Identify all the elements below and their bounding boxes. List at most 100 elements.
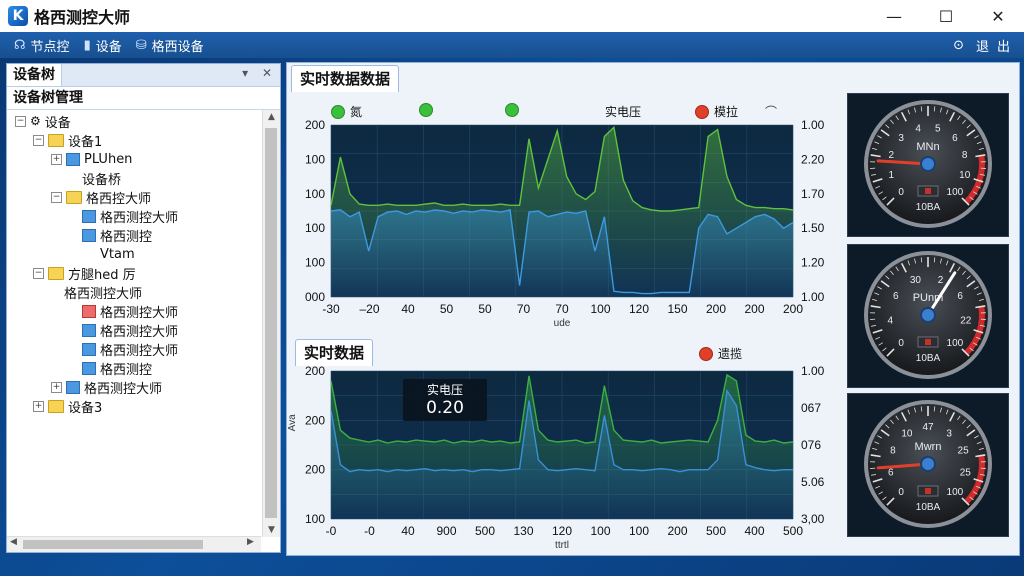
device-icon (82, 209, 96, 223)
x-tick-label: 500 (475, 524, 495, 538)
close-button[interactable]: ✕ (972, 0, 1024, 32)
x-tick-label: 120 (552, 524, 572, 538)
device-icon (82, 361, 96, 375)
panel-close-icon[interactable]: ✕ (262, 66, 272, 80)
toolbar-device-manager[interactable]: ⛁ 格西设备 (136, 36, 204, 55)
device-icon (82, 342, 96, 356)
y-tick-label: 200 (305, 413, 325, 427)
legend-dot (695, 104, 709, 119)
minimize-button[interactable]: — (868, 0, 920, 32)
y2-tick-label: 1.70 (801, 187, 825, 201)
tab-realtime-data-bottom[interactable]: 实时数据 (295, 339, 374, 366)
tree-node[interactable]: 格西测控大师 (69, 207, 178, 226)
vertical-scrollbar[interactable]: ▲ ▼ (262, 110, 280, 537)
expand-icon[interactable]: + (51, 153, 62, 165)
tree-node[interactable]: 格西测控大师 (69, 321, 178, 340)
tree-node[interactable]: − 设备1 (33, 131, 103, 150)
tree-node[interactable]: + PLUhen (51, 150, 132, 168)
gauge-tick-label: 47 (922, 422, 934, 433)
legend-item (419, 103, 438, 117)
scroll-up-icon[interactable]: ▲ (263, 112, 280, 122)
device-icon (82, 228, 96, 242)
gauge-panel: 0 6 8 10 47 3 25 25 100 Mwrn 10BA (847, 393, 1009, 537)
x-tick-label: 100 (629, 524, 649, 538)
y2-tick-label: 5.06 (801, 475, 825, 489)
gauge-tick-label: 2 (938, 275, 944, 286)
gauge-hub (920, 307, 936, 323)
tree-node[interactable]: 格西测控大师 (69, 302, 178, 321)
tree-node[interactable]: 格西测控 (69, 226, 152, 245)
gauge-tick-label: 5 (935, 123, 941, 134)
gauge-tick-label: 0 (898, 338, 904, 349)
horizontal-scrollbar[interactable]: ◀ ▶ (7, 536, 261, 552)
scroll-right-icon[interactable]: ▶ (247, 537, 254, 547)
legend-label: 实电压 (605, 105, 642, 119)
gauge-tick-label: 6 (888, 467, 894, 478)
tree-node[interactable]: − ⚙ 设备 (15, 112, 71, 131)
app-logo-icon: K (8, 6, 28, 26)
collapse-icon[interactable]: − (33, 134, 44, 146)
gauge-tick-label: 25 (960, 467, 972, 478)
toolbar-node-control[interactable]: ☊ 节点控 (14, 36, 70, 55)
tree-node[interactable]: Vtam (87, 245, 135, 263)
x-tick-label: 200 (744, 302, 764, 316)
gauge-unit: 10BA (916, 353, 941, 364)
y2-tick-label: 3,00 (801, 512, 825, 526)
toolbar-exit[interactable]: ⊙ 退 出 (945, 32, 1010, 58)
collapse-icon[interactable]: − (33, 267, 44, 279)
pin-icon[interactable]: ▾ (242, 66, 248, 80)
tab-realtime-data-top[interactable]: 实时数据数据 (291, 65, 400, 92)
wave-icon: ⌒ (765, 105, 778, 119)
exit-label-1: 退 (975, 39, 989, 55)
collapse-icon[interactable]: − (51, 191, 62, 203)
maximize-button[interactable]: ☐ (920, 0, 972, 32)
x-tick-label: 400 (744, 524, 764, 538)
legend-dot (419, 103, 433, 117)
x-tick-label: 100 (590, 524, 610, 538)
tree-node-label: 设备1 (68, 134, 103, 150)
gauge-svg: 04630 2622100PUnm10BA (864, 251, 992, 379)
folder-icon (48, 399, 64, 413)
tree-node[interactable]: 格西测控大师 (69, 340, 178, 359)
gauge-panel: 0 1 2 3 4 5 6 8 10 100 MNn 10BA (847, 93, 1009, 237)
tree-node-label: 格西控大师 (86, 191, 152, 207)
tree-node[interactable]: − 方腿hed 厉 (33, 264, 136, 283)
tree-node[interactable]: − 格西控大师 (51, 188, 152, 207)
toolbar-label: 节点控 (30, 39, 70, 55)
database-icon: ⛁ (135, 37, 147, 53)
scroll-thumb-h[interactable] (23, 540, 203, 549)
x-tick-label: 50 (478, 302, 492, 316)
scroll-down-icon[interactable]: ▼ (263, 525, 280, 535)
gauge-label: Mwrn (915, 441, 942, 453)
readout-value: 0.20 (426, 398, 464, 418)
expand-icon[interactable]: + (33, 400, 44, 412)
legend-dot (331, 104, 345, 119)
tree-node[interactable]: 格西测控大师 (51, 283, 143, 302)
y-tick-label: 100 (305, 256, 325, 270)
expand-icon[interactable]: + (51, 381, 62, 393)
readout-label: 实电压 (426, 383, 463, 397)
tree-node[interactable]: + 格西测控大师 (51, 378, 162, 397)
device-tree: − ⚙ 设备 − 设备1 + PLUhen 设备桥 − 格西控大师 格西测控大师 格西测控 Vtam − 方… (7, 110, 261, 536)
collapse-icon[interactable]: − (15, 115, 26, 127)
folder-icon (48, 133, 64, 147)
tree-node[interactable]: 设备桥 (69, 169, 121, 188)
toolbar-device[interactable]: ▮ 设备 (84, 36, 122, 55)
tree-node-label: 格西测控大师 (64, 286, 143, 302)
y2-tick-label: 076 (801, 438, 821, 452)
x-tick-label: 130 (513, 524, 533, 538)
gauge-tick-label: 30 (910, 275, 922, 286)
tab-device-tree[interactable]: 设备树 (7, 64, 62, 86)
legend-dot (505, 103, 519, 117)
tree-node[interactable]: + 设备3 (33, 397, 102, 416)
gauge-tick-label: 100 (947, 338, 964, 349)
y-tick-label: 100 (305, 221, 325, 235)
scroll-left-icon[interactable]: ◀ (10, 537, 17, 547)
legend-item: 氮 (331, 103, 362, 120)
scroll-thumb[interactable] (265, 128, 277, 518)
value-readout: 实电压 0.20 (403, 379, 487, 421)
x-axis-label: ude (554, 318, 571, 329)
y-tick-label: 100 (305, 512, 325, 526)
panel-tab-bar: 设备树 ▾ ✕ (7, 64, 280, 87)
tree-node[interactable]: 格西测控 (69, 359, 152, 378)
